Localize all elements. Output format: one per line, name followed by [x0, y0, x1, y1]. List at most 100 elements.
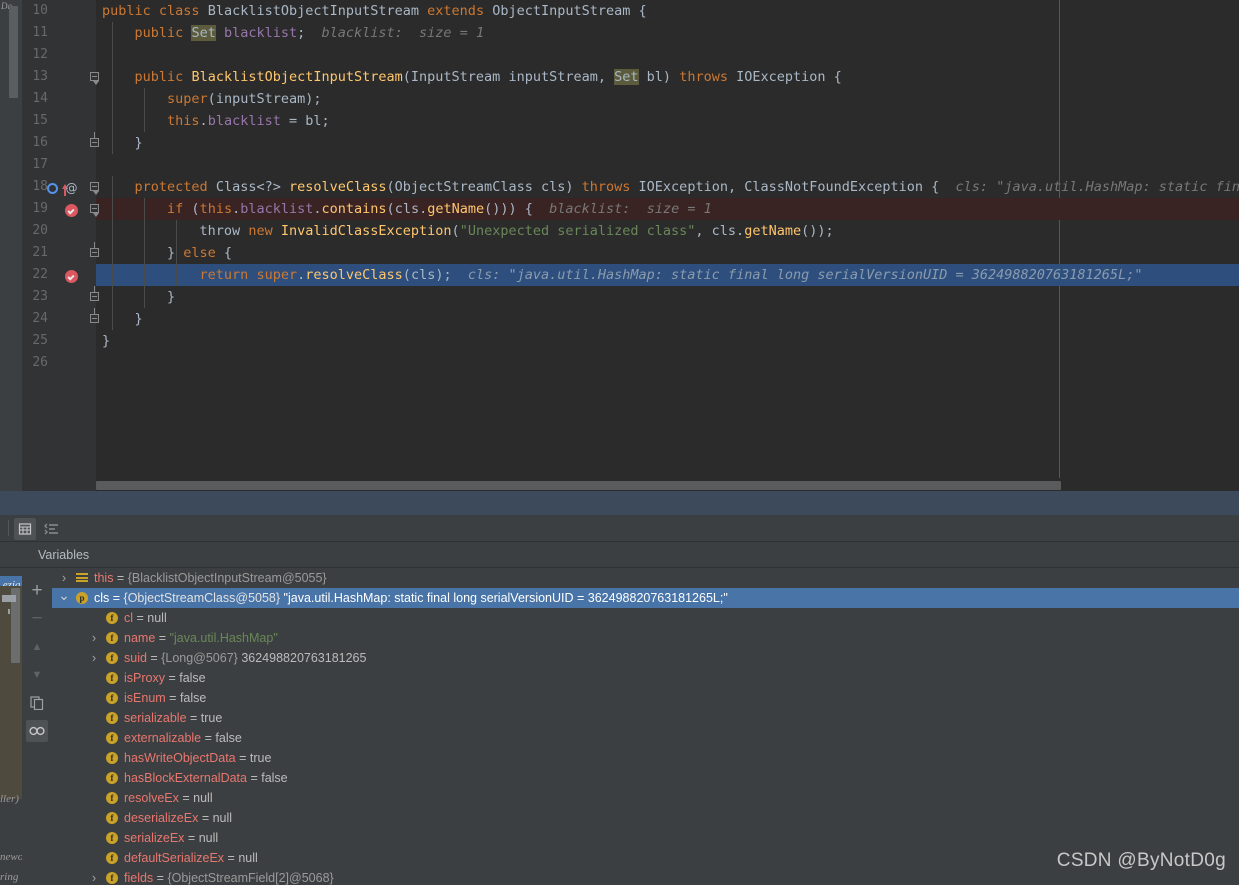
variable-name: serializable: [124, 711, 187, 725]
field-icon: f: [106, 832, 118, 844]
variable-text: fields = {ObjectStreamField[2]@5068}: [124, 871, 334, 885]
copy-value-button[interactable]: [26, 692, 48, 714]
editor-line[interactable]: 19 if (this.blacklist.contains(cls.getNa…: [0, 198, 1239, 220]
editor-line[interactable]: 13 public BlacklistObjectInputStream(Inp…: [0, 66, 1239, 88]
code-text[interactable]: super(inputStream);: [96, 88, 1239, 110]
frame-fragment[interactable]: ller): [0, 790, 22, 808]
breakpoint-icon[interactable]: [65, 204, 78, 217]
code-text[interactable]: }: [96, 330, 1239, 352]
field-icon: f: [106, 812, 118, 824]
filter-icon[interactable]: [2, 595, 16, 614]
editor-line[interactable]: 18 protected Class<?> resolveClass(Objec…: [0, 176, 1239, 198]
editor-line[interactable]: 12: [0, 44, 1239, 66]
variable-row[interactable]: ⌄ p cls = {ObjectStreamClass@5058} "java.u…: [52, 588, 1239, 608]
line-number: 25: [32, 333, 48, 348]
breakpoint-icon[interactable]: [65, 270, 78, 283]
code-text[interactable]: public class BlacklistObjectInputStream …: [96, 0, 1239, 22]
variable-row[interactable]: › f suid = {Long@5067} 362498820763181265: [52, 648, 1239, 668]
variable-value: true: [249, 751, 272, 765]
variable-ref: {Long@5067}: [161, 651, 238, 665]
code-text[interactable]: } else {: [96, 242, 1239, 264]
editor-line[interactable]: 17: [0, 154, 1239, 176]
variable-value: false: [261, 771, 288, 785]
object-icon: [76, 573, 88, 584]
variable-row[interactable]: › this = {BlacklistObjectInputStream@5055…: [52, 568, 1239, 588]
editor-hscrollbar-thumb[interactable]: [96, 481, 1061, 490]
override-method-icon[interactable]: [47, 183, 68, 196]
frame-fragment[interactable]: newo: [0, 848, 22, 866]
variable-row[interactable]: f externalizable = false: [52, 728, 1239, 748]
chevron-right-icon[interactable]: ›: [88, 868, 100, 885]
editor-line[interactable]: 25}: [0, 330, 1239, 352]
watermark-text: CSDN @ByNotD0g: [1056, 850, 1226, 871]
fold-marker-icon[interactable]: [90, 72, 99, 85]
sort-lines-icon[interactable]: [40, 518, 62, 540]
annotation-icon[interactable]: @: [65, 182, 78, 195]
editor-line[interactable]: 21 } else {: [0, 242, 1239, 264]
fold-marker-icon[interactable]: [90, 308, 99, 323]
variable-row[interactable]: f hasWriteObjectData = true: [52, 748, 1239, 768]
line-number: 22: [32, 267, 48, 282]
variables-tree[interactable]: › this = {BlacklistObjectInputStream@5055…: [52, 568, 1239, 885]
chevron-down-icon[interactable]: ⌄: [58, 588, 70, 608]
variable-row[interactable]: f hasBlockExternalData = false: [52, 768, 1239, 788]
chevron-right-icon[interactable]: ›: [88, 628, 100, 648]
editor-line[interactable]: 20 throw new InvalidClassException("Unex…: [0, 220, 1239, 242]
code-text[interactable]: }: [96, 308, 1239, 330]
editor-line[interactable]: 16 }: [0, 132, 1239, 154]
variable-row[interactable]: f cl = null: [52, 608, 1239, 628]
code-text[interactable]: protected Class<?> resolveClass(ObjectSt…: [96, 176, 1239, 198]
editor-line[interactable]: 14 super(inputStream);: [0, 88, 1239, 110]
editor-line[interactable]: 23 }: [0, 286, 1239, 308]
chevron-right-icon[interactable]: ›: [58, 568, 70, 588]
editor-line[interactable]: 26: [0, 352, 1239, 374]
code-text[interactable]: [96, 154, 1239, 176]
code-text[interactable]: [96, 44, 1239, 66]
code-text[interactable]: this.blacklist = bl;: [96, 110, 1239, 132]
watches-toggle-button[interactable]: [26, 720, 48, 742]
code-text[interactable]: return super.resolveClass(cls); cls: "ja…: [96, 264, 1239, 286]
editor-line[interactable]: 22 return super.resolveClass(cls); cls: …: [0, 264, 1239, 286]
code-editor[interactable]: Da 10 public class BlacklistObjectInputSt…: [0, 0, 1239, 491]
code-text[interactable]: }: [96, 132, 1239, 154]
add-watch-button[interactable]: +: [26, 580, 48, 602]
line-number: 21: [32, 245, 48, 260]
tab-variables[interactable]: Variables: [38, 546, 89, 564]
move-watch-up-button[interactable]: ▲: [26, 636, 48, 658]
variable-row[interactable]: f resolveEx = null: [52, 788, 1239, 808]
frame-fragment[interactable]: ring: [0, 868, 22, 885]
variable-row[interactable]: f isProxy = false: [52, 668, 1239, 688]
variable-row[interactable]: f isEnum = false: [52, 688, 1239, 708]
remove-watch-button[interactable]: −: [26, 608, 48, 630]
variable-row[interactable]: › f name = "java.util.HashMap": [52, 628, 1239, 648]
fold-marker-icon[interactable]: [90, 242, 99, 257]
variable-row[interactable]: f deserializeEx = null: [52, 808, 1239, 828]
field-icon: f: [106, 712, 118, 724]
editor-hscrollbar[interactable]: [96, 478, 1239, 491]
variable-name: externalizable: [124, 731, 202, 745]
fold-marker-icon[interactable]: [90, 286, 99, 301]
editor-line[interactable]: 15 this.blacklist = bl;: [0, 110, 1239, 132]
editor-line[interactable]: 10 public class BlacklistObjectInputStrea…: [0, 0, 1239, 22]
panel-splitter[interactable]: [0, 491, 1239, 515]
field-icon: f: [106, 732, 118, 744]
fold-marker-icon[interactable]: [90, 204, 99, 217]
code-text[interactable]: throw new InvalidClassException("Unexpec…: [96, 220, 1239, 242]
editor-line[interactable]: 24 }: [0, 308, 1239, 330]
code-text[interactable]: if (this.blacklist.contains(cls.getName(…: [96, 198, 1239, 220]
code-text[interactable]: public BlacklistObjectInputStream(InputS…: [96, 66, 1239, 88]
chevron-right-icon[interactable]: ›: [88, 648, 100, 668]
variable-row[interactable]: f serializable = true: [52, 708, 1239, 728]
table-icon[interactable]: [14, 518, 36, 540]
code-text[interactable]: }: [96, 286, 1239, 308]
variable-name: resolveEx: [124, 791, 179, 805]
editor-line[interactable]: 11 public Set blacklist; blacklist: size…: [0, 22, 1239, 44]
code-text[interactable]: public Set blacklist; blacklist: size = …: [96, 22, 1239, 44]
line-number: 26: [32, 355, 48, 370]
variable-row[interactable]: f serializeEx = null: [52, 828, 1239, 848]
code-text[interactable]: [96, 352, 1239, 374]
fold-marker-icon[interactable]: [90, 182, 99, 195]
move-watch-down-button[interactable]: ▼: [26, 664, 48, 686]
indent-guide: [112, 22, 113, 154]
fold-marker-icon[interactable]: [90, 132, 99, 147]
